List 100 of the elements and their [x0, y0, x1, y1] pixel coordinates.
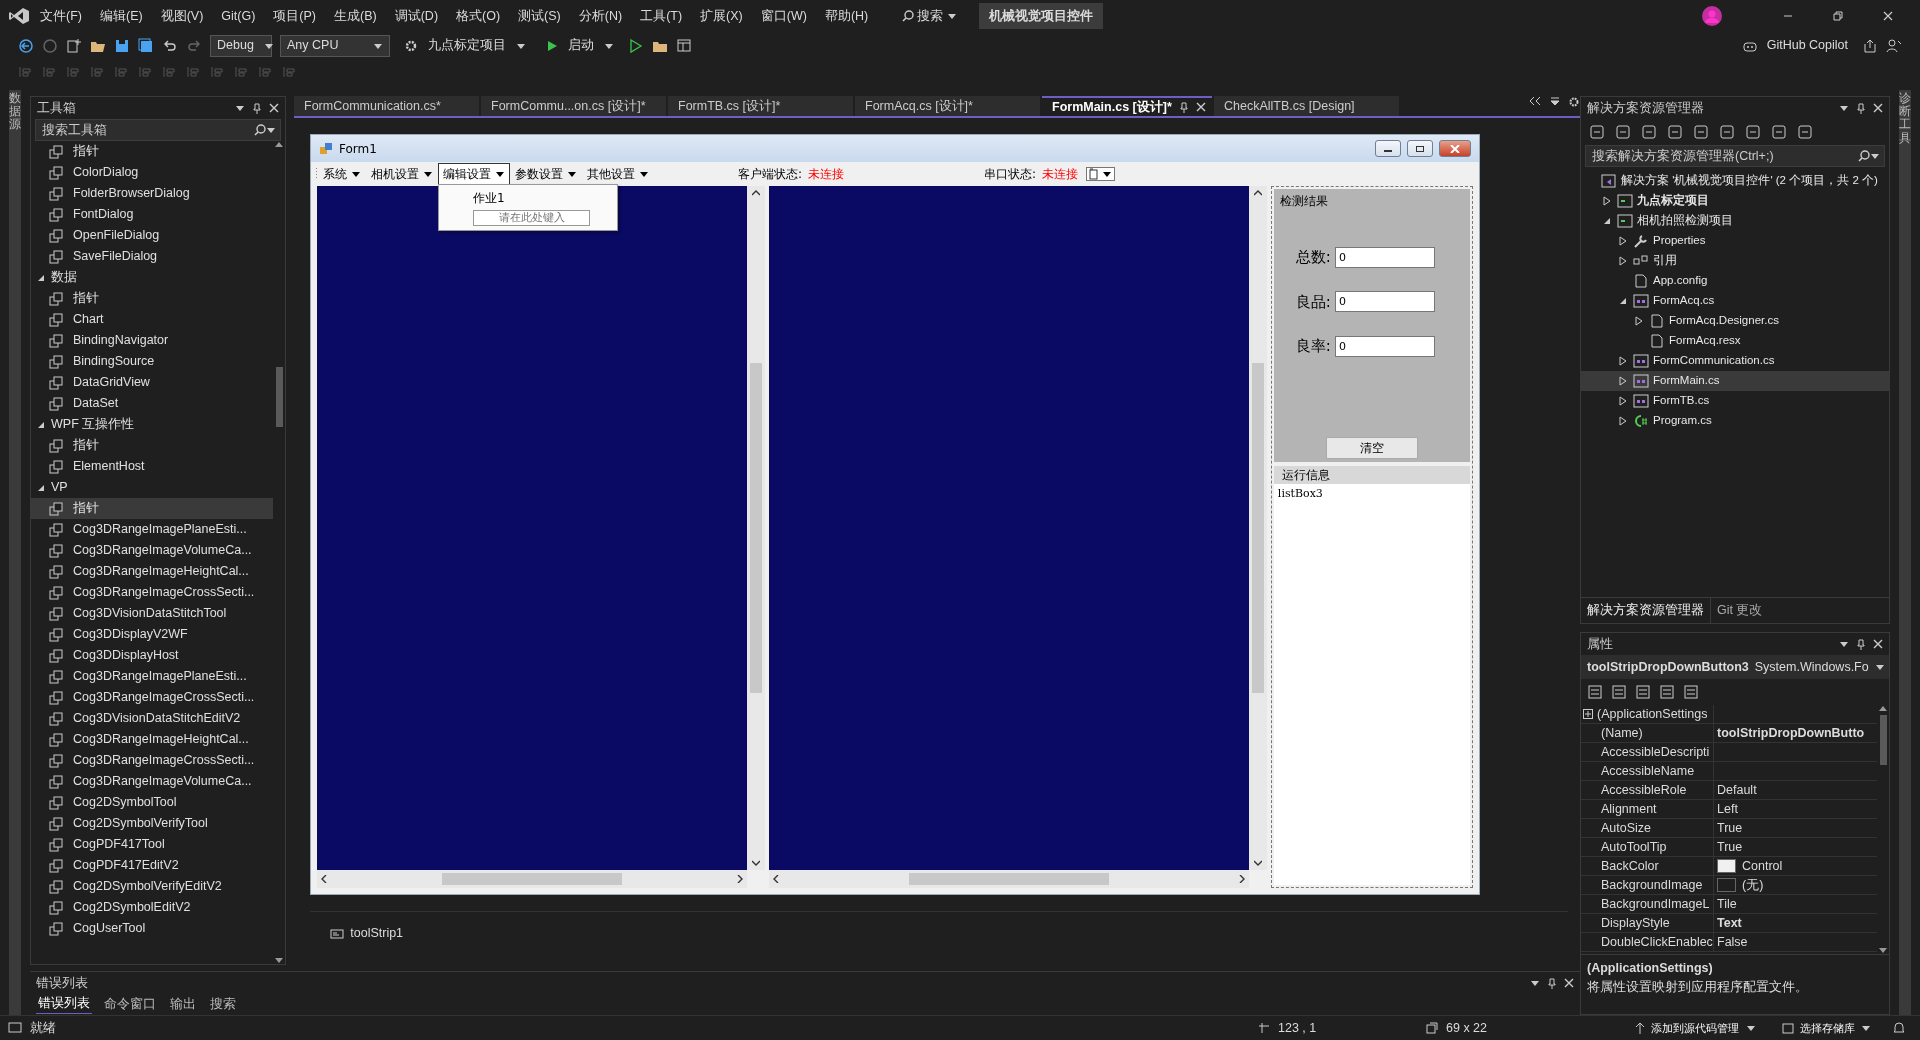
document-tab[interactable]: FormTB.cs [设计]*: [668, 96, 853, 116]
toolbox-group[interactable]: VP: [31, 477, 273, 498]
toolbox-item[interactable]: Cog3DRangeImageHeightCal...: [31, 561, 273, 582]
toolbox-item[interactable]: Cog2DSymbolVerifyTool: [31, 813, 273, 834]
input-field[interactable]: 0: [1334, 291, 1435, 313]
toolbox-item[interactable]: FolderBrowserDialog: [31, 183, 273, 204]
toolbox-item[interactable]: Cog3DVisionDataStitchEditV2: [31, 708, 273, 729]
toolbox-item[interactable]: ColorDialog: [31, 162, 273, 183]
scroll-tabs-icon[interactable]: [1528, 96, 1542, 106]
menu-item[interactable]: 文件(F): [32, 3, 90, 29]
pin-icon[interactable]: [1857, 102, 1865, 114]
toolbox-item[interactable]: 指针: [31, 435, 273, 456]
input-field[interactable]: 0: [1334, 335, 1435, 357]
startup-project-dropdown[interactable]: 九点标定项目: [398, 34, 532, 57]
scrollbar[interactable]: [769, 870, 1249, 888]
tree-item[interactable]: Properties: [1581, 231, 1889, 251]
tree-item[interactable]: 引用: [1581, 251, 1889, 271]
document-tab[interactable]: CheckAllTB.cs [Design]: [1214, 96, 1399, 116]
menu-item[interactable]: 工具(T): [632, 3, 691, 29]
property-value[interactable]: Default: [1717, 781, 1757, 799]
caret-icon[interactable]: [495, 170, 505, 178]
toolbox-item[interactable]: DataSet: [31, 393, 273, 414]
tree-item[interactable]: App.config: [1581, 271, 1889, 291]
toolbox-item[interactable]: Cog3DRangeImageVolumeCa...: [31, 771, 273, 792]
expanded-icon[interactable]: [1619, 297, 1627, 305]
caret-icon[interactable]: [423, 170, 433, 178]
restore-icon[interactable]: [1832, 10, 1844, 22]
menu-item[interactable]: 作业1: [473, 189, 617, 207]
settings-icon[interactable]: [1568, 96, 1580, 108]
toolbox-item[interactable]: SaveFileDialog: [31, 246, 273, 267]
toolbox-item[interactable]: Cog2DSymbolEditV2: [31, 897, 273, 918]
caret-icon[interactable]: [351, 170, 361, 178]
caret-icon[interactable]: [946, 12, 957, 20]
toolbox-item[interactable]: Cog3DVisionDataStitchTool: [31, 603, 273, 624]
tree-item[interactable]: FormCommunication.cs: [1581, 351, 1889, 371]
scrollbar-thumb[interactable]: [1879, 715, 1887, 765]
panel-tab[interactable]: 搜索: [208, 994, 238, 1014]
menu-item[interactable]: 测试(S): [510, 3, 569, 29]
close-icon[interactable]: [1564, 978, 1574, 988]
caret-icon[interactable]: [1102, 170, 1113, 178]
property-value[interactable]: toolStripDropDownButto: [1717, 724, 1865, 742]
collapsed-icon[interactable]: [1619, 396, 1627, 406]
menu-item[interactable]: 帮助(H): [816, 3, 877, 29]
menu-item[interactable]: 视图(V): [152, 3, 212, 29]
scrollbar[interactable]: [1877, 705, 1889, 954]
toolbox-item[interactable]: BindingNavigator: [31, 330, 273, 351]
panel-tab[interactable]: 命令窗口: [102, 994, 158, 1014]
toolbox-group[interactable]: 数据: [31, 267, 273, 288]
scrollbar-thumb[interactable]: [275, 367, 283, 427]
collapsed-icon[interactable]: [1619, 356, 1627, 366]
panel-tab[interactable]: 错误列表: [36, 994, 92, 1014]
repository-button[interactable]: 选择存储库: [1780, 1018, 1872, 1038]
new-item-dropdown[interactable]: [1086, 167, 1116, 181]
expand-icon[interactable]: [1583, 709, 1593, 719]
feedback-icon[interactable]: [1886, 37, 1902, 54]
collapsed-icon[interactable]: [1619, 256, 1627, 266]
menu-dropdown[interactable]: 相机设置: [366, 163, 438, 185]
close-icon[interactable]: [1873, 103, 1883, 113]
pin-icon[interactable]: [1857, 638, 1865, 650]
search-button[interactable]: 搜索: [894, 3, 965, 29]
collapsed-icon[interactable]: [1619, 236, 1627, 246]
toolbox-item[interactable]: FontDialog: [31, 204, 273, 225]
tree-item[interactable]: FormAcq.cs: [1581, 291, 1889, 311]
toolbox-item[interactable]: Cog3DDisplayHost: [31, 645, 273, 666]
caret-icon[interactable]: [1839, 104, 1849, 112]
caret-icon[interactable]: [567, 170, 577, 178]
caret-icon[interactable]: [263, 41, 274, 50]
source-control-button[interactable]: 添加到源代码管理: [1634, 1018, 1757, 1038]
property-value[interactable]: Control: [1742, 857, 1783, 875]
toolbox-item[interactable]: Cog3DRangeImageCrossSecti...: [31, 687, 273, 708]
collapsed-icon[interactable]: [1635, 316, 1643, 326]
panel-tab[interactable]: Git 更改: [1711, 598, 1769, 623]
caret-icon[interactable]: [604, 41, 614, 50]
toolbox-item[interactable]: Cog3DRangeImageVolumeCa...: [31, 540, 273, 561]
pin-icon[interactable]: [253, 102, 261, 114]
menu-item[interactable]: 编辑(E): [91, 3, 151, 29]
close-icon[interactable]: [1195, 102, 1206, 112]
tab-list-icon[interactable]: [1550, 96, 1560, 106]
property-value[interactable]: True: [1717, 819, 1743, 837]
caret-icon[interactable]: [1839, 640, 1849, 648]
toolbox-item[interactable]: Cog2DSymbolTool: [31, 792, 273, 813]
tray-component[interactable]: toolStrip1: [330, 924, 404, 943]
start-button[interactable]: 启动: [540, 34, 620, 57]
caret-icon[interactable]: [516, 41, 526, 50]
property-value[interactable]: Left: [1717, 800, 1738, 818]
menu-item[interactable]: 扩展(X): [692, 3, 751, 29]
close-button[interactable]: [1439, 140, 1471, 157]
panel-tab[interactable]: 输出: [168, 994, 198, 1014]
play-outline-icon[interactable]: [628, 37, 644, 54]
caret-icon[interactable]: [1870, 152, 1880, 160]
object-selector[interactable]: toolStripDropDownButton3 System.Windows.Fo: [1581, 655, 1889, 679]
toolbox-group[interactable]: WPF 互操作性: [31, 414, 273, 435]
tree-item[interactable]: 解决方案 '机械视觉项目控件' (2 个项目，共 2 个): [1581, 171, 1889, 191]
toolbox-item[interactable]: Cog3DRangeImagePlaneEsti...: [31, 519, 273, 540]
menu-item[interactable]: 项目(P): [265, 3, 324, 29]
type-here-field[interactable]: 请在此处键入: [473, 210, 590, 226]
tree-item[interactable]: FormAcq.resx: [1581, 331, 1889, 351]
menu-item[interactable]: 窗口(W): [752, 3, 815, 29]
toolbox-item[interactable]: CogPDF417Tool: [31, 834, 273, 855]
input-field[interactable]: 0: [1334, 246, 1435, 268]
